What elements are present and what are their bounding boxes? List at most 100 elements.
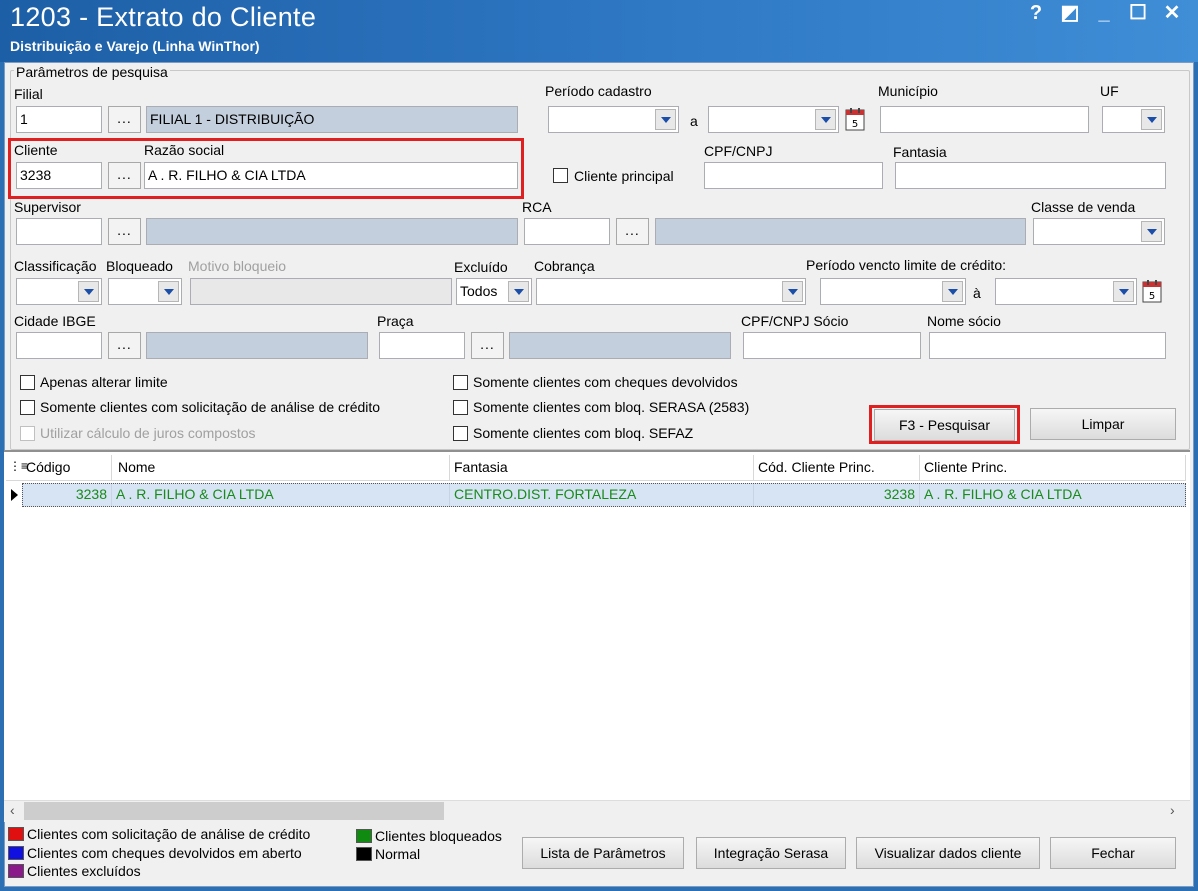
solicitacao-analise-checkbox[interactable] [20,400,35,415]
col-header-cliente-princ[interactable]: Cliente Princ. [920,455,1186,481]
cell-codigo[interactable]: 3238 [22,483,112,507]
filial-name-field: FILIAL 1 - DISTRIBUIÇÃO [146,106,518,133]
periodo-vencto-label: Período vencto limite de crédito: [806,257,1006,273]
chevron-down-icon [815,109,836,130]
cell-fantasia[interactable]: CENTRO.DIST. FORTALEZA [450,483,754,507]
legend-solicitacao: Clientes com solicitação de análise de c… [8,826,310,842]
apenas-alterar-limite-checkbox[interactable] [20,375,35,390]
scrollbar-thumb[interactable] [24,802,444,820]
bloq-serasa-checkbox[interactable] [453,400,468,415]
uf-select[interactable] [1102,106,1165,133]
legend-purple-swatch [8,864,24,878]
nome-socio-label: Nome sócio [927,313,1001,329]
motivo-bloqueio-label: Motivo bloqueio [188,258,287,274]
municipio-label: Município [878,83,938,99]
nome-socio-input[interactable] [929,332,1166,359]
bloq-serasa-label: Somente clientes com bloq. SERASA (2583) [473,399,750,415]
motivo-bloqueio-field [190,278,452,305]
apenas-alterar-limite-label: Apenas alterar limite [40,374,168,390]
window-subtitle: Distribuição e Varejo (Linha WinThor) [10,38,260,54]
cliente-input[interactable]: 3238 [16,162,102,189]
bloq-sefaz-checkbox[interactable] [453,426,468,441]
cobranca-select[interactable] [536,278,806,305]
lista-parametros-button[interactable]: Lista de Parâmetros [522,837,684,869]
col-header-nome[interactable]: Nome [114,455,450,481]
excluido-select[interactable]: Todos [456,278,532,305]
help-icon[interactable]: ? [1022,2,1050,26]
cliente-principal-label: Cliente principal [574,168,674,184]
cell-nome[interactable]: A . R. FILHO & CIA LTDA [112,483,450,507]
supervisor-lookup-button[interactable]: ... [108,218,141,245]
periodo-cadastro-start-select[interactable] [548,106,679,133]
window-title: 1203 - Extrato do Cliente [10,2,317,32]
cpf-socio-label: CPF/CNPJ Sócio [741,313,849,329]
legend-blue-swatch [8,846,24,860]
razao-label: Razão social [144,142,225,158]
juros-compostos-checkbox[interactable] [20,426,35,441]
close-icon[interactable]: ✕ [1158,2,1186,26]
praca-name-field [509,332,731,359]
praca-input[interactable] [379,332,465,359]
cidade-ibge-lookup-button[interactable]: ... [108,332,141,359]
limpar-button[interactable]: Limpar [1030,408,1176,440]
filial-lookup-button[interactable]: ... [108,106,141,133]
col-header-cod-princ[interactable]: Cód. Cliente Princ. [754,455,920,481]
cell-cliente-princ[interactable]: A . R. FILHO & CIA LTDA [920,483,1186,507]
cpf-input[interactable] [704,162,883,189]
praca-lookup-button[interactable]: ... [471,332,504,359]
juros-compostos-label: Utilizar cálculo de juros compostos [40,425,256,441]
maximize-icon[interactable]: ☐ [1124,2,1152,26]
periodo-vencto-start-select[interactable] [820,278,966,305]
periodo-vencto-end-select[interactable] [995,278,1137,305]
praca-label: Praça [377,313,414,329]
svg-text:5: 5 [852,119,858,130]
cliente-principal-checkbox[interactable] [553,168,568,183]
legend-green-swatch [356,829,372,843]
municipio-input[interactable] [880,106,1089,133]
periodo-vencto-a-label: à [973,285,981,301]
params-group-label: Parâmetros de pesquisa [14,64,170,80]
fantasia-input[interactable] [895,162,1166,189]
legend-cheques: Clientes com cheques devolvidos em abert… [8,845,302,861]
uf-label: UF [1100,83,1119,99]
minimize-icon[interactable]: _ [1090,2,1118,26]
col-header-codigo[interactable]: Código [22,455,112,481]
fechar-button[interactable]: Fechar [1050,837,1176,869]
fantasia-label: Fantasia [893,144,947,160]
restore-layout-icon[interactable]: ◩ [1056,2,1084,26]
filial-input[interactable]: 1 [16,106,102,133]
supervisor-input[interactable] [16,218,102,245]
classe-venda-select[interactable] [1033,218,1165,245]
chevron-down-icon [782,281,803,302]
rca-name-field [655,218,1026,245]
row-indicator-icon [8,483,22,507]
calendar-icon[interactable]: 5 [1140,278,1164,305]
cliente-lookup-button[interactable]: ... [108,162,141,189]
chevron-down-icon [655,109,676,130]
razao-social-input[interactable]: A . R. FILHO & CIA LTDA [144,162,518,189]
scroll-left-icon[interactable]: ‹ [10,802,15,818]
cidade-ibge-input[interactable] [16,332,102,359]
rca-input[interactable] [524,218,610,245]
cheques-devolvidos-checkbox[interactable] [453,375,468,390]
integracao-serasa-button[interactable]: Integração Serasa [696,837,846,869]
cell-cod-princ[interactable]: 3238 [754,483,920,507]
excluido-value: Todos [460,283,498,299]
bloqueado-select[interactable] [108,278,182,305]
legend-red-swatch [8,827,24,841]
cheques-devolvidos-label: Somente clientes com cheques devolvidos [473,374,738,390]
cliente-label: Cliente [14,142,58,158]
cpf-socio-input[interactable] [743,332,921,359]
col-header-fantasia[interactable]: Fantasia [450,455,754,481]
periodo-cadastro-end-select[interactable] [708,106,839,133]
rca-lookup-button[interactable]: ... [616,218,649,245]
calendar-icon[interactable]: 5 [843,106,867,133]
visualizar-dados-button[interactable]: Visualizar dados cliente [856,837,1040,869]
classificacao-select[interactable] [16,278,102,305]
pesquisar-button[interactable]: F3 - Pesquisar [874,409,1015,441]
legend-black-swatch [356,847,372,861]
bloqueado-label: Bloqueado [106,258,173,274]
periodo-cadastro-label: Período cadastro [545,83,652,99]
svg-text:5: 5 [1149,291,1155,302]
scroll-right-icon[interactable]: › [1170,802,1175,818]
